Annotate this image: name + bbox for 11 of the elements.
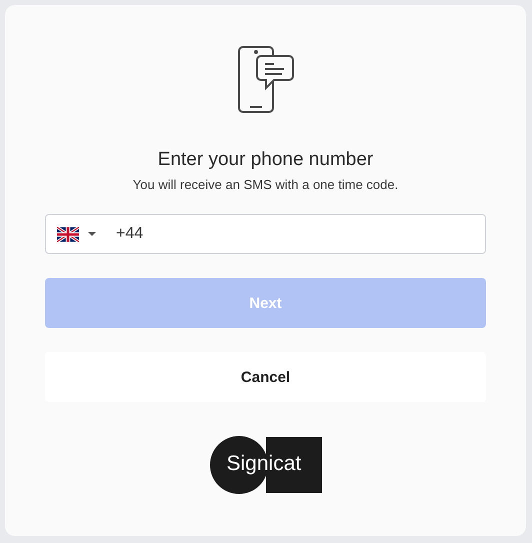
subtitle: You will receive an SMS with a one time code. (132, 177, 398, 192)
logo-text: Signicat (226, 452, 302, 476)
country-picker[interactable] (57, 226, 96, 242)
phone-field[interactable]: +44 (45, 214, 486, 254)
cancel-button[interactable]: Cancel (45, 352, 486, 402)
phone-input[interactable]: +44 (114, 224, 485, 244)
phone-message-icon (238, 45, 294, 115)
flag-icon (57, 226, 79, 242)
logo-shapes-icon (210, 436, 322, 494)
heading: Enter your phone number (158, 149, 374, 171)
caret-icon (88, 232, 96, 236)
